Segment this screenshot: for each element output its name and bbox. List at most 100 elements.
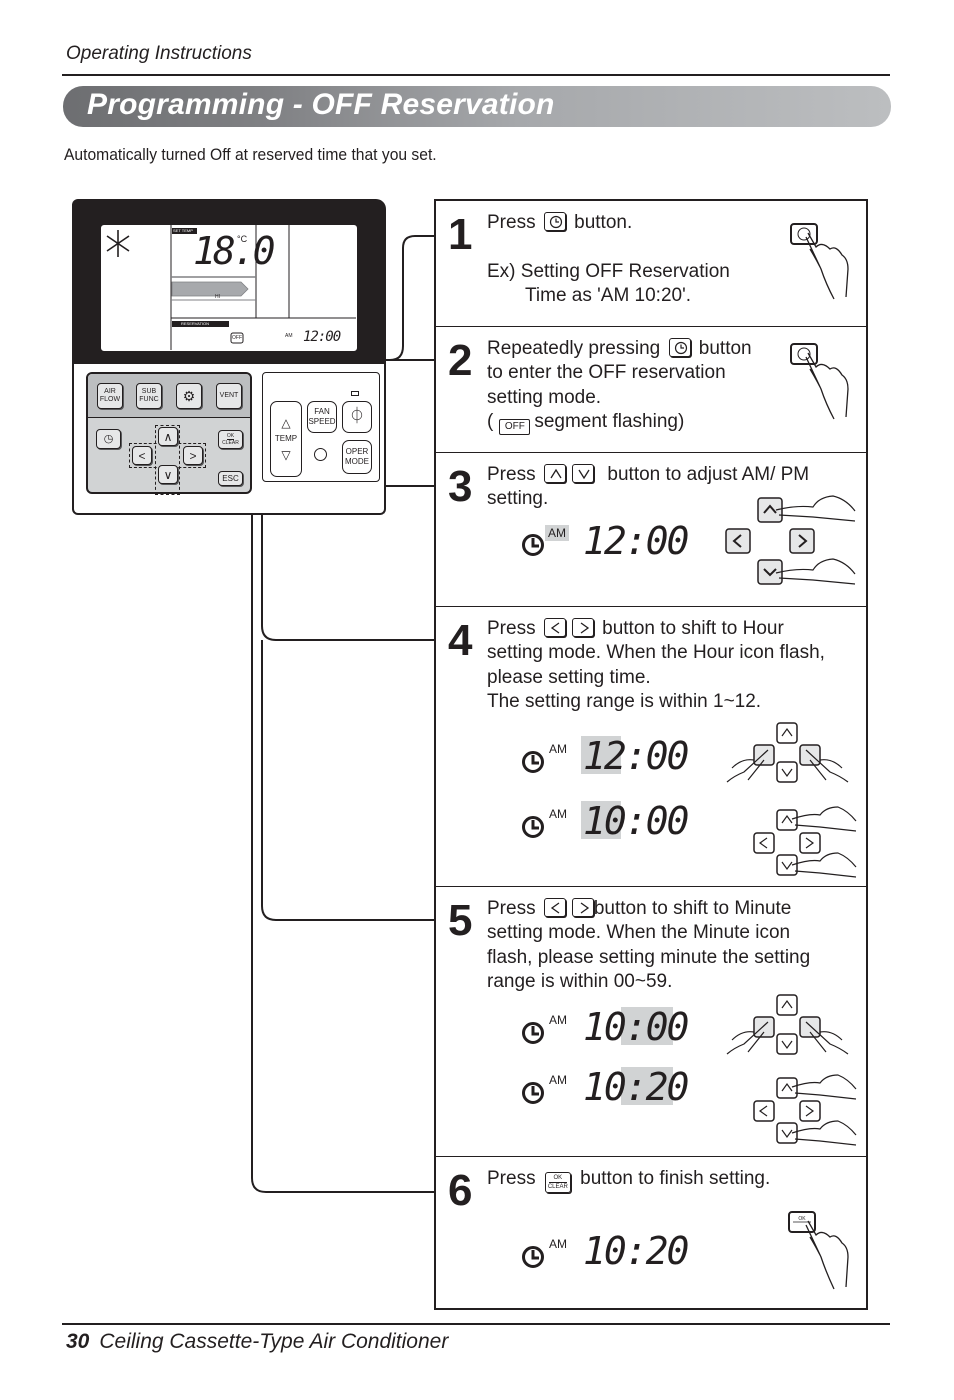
right-button[interactable]: > xyxy=(183,446,203,465)
time-readout: 10:00 xyxy=(583,1005,689,1049)
step-number: 3 xyxy=(448,462,473,511)
lcd-am: AM xyxy=(285,333,293,339)
hands-pressing-leftright-icon xyxy=(726,722,849,783)
clock-icon xyxy=(522,751,544,773)
text: button xyxy=(698,338,752,359)
left-button[interactable]: < xyxy=(132,446,152,465)
step-4: 4 Press button to shift to Hour setting … xyxy=(436,607,866,887)
step-text: Press button to shift to Hour setting mo… xyxy=(487,617,825,714)
am-indicator: AM xyxy=(549,742,567,756)
gear-button[interactable]: ⚙ xyxy=(176,383,202,409)
text: setting mode. When the Minute icon xyxy=(487,922,791,944)
svg-text:OK: OK xyxy=(798,1216,806,1222)
hour-value: 10 xyxy=(583,1065,627,1109)
oper-label: OPER xyxy=(345,447,369,456)
am-indicator: AM xyxy=(545,525,569,541)
fan-speed-button[interactable]: FAN SPEED xyxy=(307,401,337,433)
power-button[interactable]: ⏀ xyxy=(342,401,372,433)
off-segment-icon: OFF xyxy=(499,418,531,435)
up-label: ∧ xyxy=(163,429,173,444)
text: please setting time. xyxy=(487,666,651,688)
hands-pressing-updown-icon xyxy=(753,806,857,878)
up-button[interactable]: ∧ xyxy=(158,427,178,446)
time-readout: 12:00 xyxy=(583,519,689,563)
page-number: 30 xyxy=(66,1330,90,1353)
oper-mode-button[interactable]: OPER MODE xyxy=(342,440,372,474)
hand-pressing-ok-clear-icon: OK xyxy=(788,1211,849,1290)
text: Press xyxy=(487,1168,536,1189)
bottom-rule xyxy=(62,1323,890,1325)
am-indicator: AM xyxy=(549,1013,567,1027)
text: setting mode. When the Hour icon flash, xyxy=(487,642,825,664)
lcd-time: 12:00 xyxy=(303,329,341,345)
clear-label: CLEAR xyxy=(222,440,239,446)
text: setting mode. xyxy=(487,386,602,408)
text: Press xyxy=(487,618,536,639)
hand-pressing-timer-icon xyxy=(790,343,849,420)
text: ( xyxy=(487,410,494,432)
clear-label: CLEAR xyxy=(547,1184,568,1190)
right-label: > xyxy=(189,448,197,463)
vent-label: VENT xyxy=(219,392,239,399)
ok-clear-button[interactable]: OK CLEAR xyxy=(218,430,243,449)
time-readout: 10:00 xyxy=(583,799,690,843)
connector-step5 xyxy=(261,640,436,921)
step-number: 6 xyxy=(448,1166,473,1215)
clock-icon xyxy=(522,534,544,556)
fan-label: HI xyxy=(215,294,220,300)
step-text: Press OK CLEAR button to finish setting. xyxy=(487,1167,770,1193)
hand-pressing-timer-icon xyxy=(790,223,849,300)
text: button to shift to Minute xyxy=(593,898,792,919)
remote-controller: SET TEMP 18.0 °C HI RESERVATION OFF AM 1… xyxy=(72,199,386,515)
step-5: 5 Press button to shift to Minute settin… xyxy=(436,887,866,1157)
timer-button-icon xyxy=(668,338,691,357)
down-button[interactable]: ∨ xyxy=(158,465,178,484)
example-text: Ex) Setting OFF Reservation xyxy=(487,260,730,282)
timer-button[interactable]: ◷ xyxy=(96,429,121,449)
minute-value: 00 xyxy=(645,799,690,843)
temp-label: TEMP xyxy=(274,434,298,443)
gear-icon: ⚙ xyxy=(182,388,196,404)
temperature-readout: 18.0 xyxy=(193,229,275,273)
air-flow-label: AIR FLOW xyxy=(99,388,121,403)
am-indicator: AM xyxy=(549,807,567,821)
speed-label: SPEED xyxy=(308,417,336,426)
set-temp-label: SET TEMP xyxy=(173,228,193,233)
ok-label: OK xyxy=(226,433,235,440)
example-text: Time as 'AM 10:20'. xyxy=(525,284,691,306)
text: Press xyxy=(487,898,536,919)
text: Press xyxy=(487,212,536,233)
text: The setting range is within 1~12. xyxy=(487,690,762,712)
sub-func-button[interactable]: SUB FUNC xyxy=(136,383,162,409)
text: Repeatedly pressing xyxy=(487,338,661,359)
am-indicator: AM xyxy=(549,1237,567,1251)
text: button. xyxy=(574,212,633,233)
keypad: AIR FLOW SUB FUNC ⚙ VENT ◷ ∧ < > ∨ OK CLE… xyxy=(86,372,252,495)
text: segment flashing) xyxy=(534,410,685,432)
steps-panel: 1 Press button. Ex) Setting OFF Reservat… xyxy=(434,199,868,1310)
timer-button-icon xyxy=(543,212,566,231)
time-readout: 10:20 xyxy=(583,1065,690,1109)
left-button-icon xyxy=(543,898,566,917)
temp-down-icon: ▽ xyxy=(281,448,291,462)
step-1: 1 Press button. Ex) Setting OFF Reservat… xyxy=(436,201,866,327)
temperature-unit: °C xyxy=(237,234,248,244)
temp-up-icon: △ xyxy=(281,416,291,430)
left-button-icon xyxy=(543,618,566,637)
left-label: < xyxy=(138,448,146,463)
snowflake-icon xyxy=(106,230,130,257)
step-2: 2 Repeatedly pressing button to enter th… xyxy=(436,327,866,453)
main-button-pad: △ TEMP ▽ FAN SPEED ⏀ OPER MODE xyxy=(262,372,380,482)
minute-value: 20 xyxy=(645,1065,690,1109)
am-indicator: AM xyxy=(549,1073,567,1087)
hour-value: 12 xyxy=(583,734,627,778)
reservation-label: RESERVATION xyxy=(181,321,210,326)
esc-button[interactable]: ESC xyxy=(218,471,243,486)
temp-button[interactable]: △ TEMP ▽ xyxy=(270,401,302,477)
esc-label: ESC xyxy=(222,473,239,483)
clock-icon xyxy=(522,1022,544,1044)
vent-button[interactable]: VENT xyxy=(216,383,242,409)
text: button to finish setting. xyxy=(580,1168,771,1189)
air-flow-button[interactable]: AIR FLOW xyxy=(97,383,123,409)
clock-icon xyxy=(522,1082,544,1104)
